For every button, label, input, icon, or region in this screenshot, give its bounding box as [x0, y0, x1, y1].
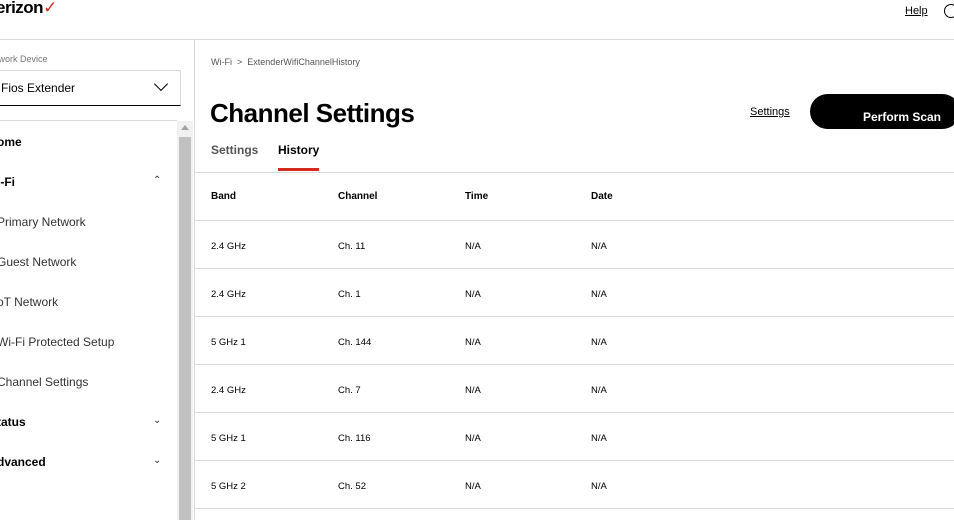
- verizon-logo[interactable]: erizon✓: [0, 0, 57, 18]
- cell-channel: Ch. 1: [338, 289, 361, 300]
- col-band: Band: [211, 191, 236, 202]
- perform-scan-button[interactable]: Perform Scan: [810, 94, 954, 129]
- scroll-up-arrow-icon[interactable]: [181, 125, 189, 130]
- sidebar-item[interactable]: Primary Network: [0, 215, 86, 229]
- sidebar-item[interactable]: Channel Settings: [0, 375, 88, 389]
- nav-menu: ome i-Fi ⌃ Primary Network Guest Network oT N…: [0, 120, 177, 520]
- cell-channel: Ch. 52: [338, 481, 366, 492]
- table-row: 2.4 GHz Ch. 11 N/A N/A: [195, 221, 954, 269]
- cell-date: N/A: [591, 241, 607, 252]
- help-link[interactable]: Help: [905, 5, 928, 17]
- cell-time: N/A: [465, 481, 481, 492]
- chevron-up-icon[interactable]: ⌃: [153, 175, 161, 186]
- cell-date: N/A: [591, 385, 607, 396]
- tab-settings[interactable]: Settings: [211, 143, 258, 157]
- breadcrumb-separator-icon: >: [237, 57, 243, 67]
- cell-channel: Ch. 11: [338, 241, 366, 252]
- settings-link[interactable]: Settings: [750, 106, 790, 118]
- cell-band: 2.4 GHz: [211, 289, 246, 300]
- cell-channel: Ch. 7: [338, 385, 361, 396]
- cell-band: 5 GHz 2: [211, 481, 246, 492]
- table-row: 2.4 GHz Ch. 1 N/A N/A: [195, 269, 954, 317]
- table-row: 2.4 GHz Ch. 7 N/A N/A: [195, 365, 954, 413]
- sidebar-item[interactable]: oT Network: [0, 295, 58, 309]
- sidebar-item[interactable]: Wi-Fi Protected Setup: [0, 335, 114, 349]
- chevron-down-icon[interactable]: ⌄: [153, 415, 161, 426]
- sidebar-item[interactable]: tatus: [0, 415, 26, 429]
- cell-time: N/A: [465, 433, 481, 444]
- tab-history[interactable]: History: [278, 143, 320, 171]
- cell-channel: Ch. 116: [338, 433, 371, 444]
- breadcrumb: Wi-Fi > ExtenderWifiChannelHistory: [211, 57, 360, 67]
- table-header: Band Channel Time Date: [195, 173, 954, 221]
- col-time: Time: [465, 191, 489, 202]
- chevron-down-icon: [153, 76, 169, 92]
- sidebar-scrollbar[interactable]: [177, 121, 193, 520]
- cell-band: 5 GHz 1: [211, 337, 246, 348]
- cell-date: N/A: [591, 481, 607, 492]
- device-label: twork Device: [0, 54, 48, 64]
- sidebar-item[interactable]: dvanced: [0, 455, 46, 469]
- sidebar: twork Device Fios Extender ome i-Fi ⌃ Prima…: [0, 40, 195, 520]
- scroll-thumb[interactable]: [179, 137, 191, 520]
- cell-time: N/A: [465, 385, 481, 396]
- device-value: Fios Extender: [1, 81, 76, 95]
- cell-channel: Ch. 144: [338, 337, 372, 348]
- cell-time: N/A: [465, 289, 481, 300]
- col-channel: Channel: [338, 191, 378, 202]
- table-row: 5 GHz 1 Ch. 144 N/A N/A: [195, 317, 954, 365]
- cell-band: 2.4 GHz: [211, 385, 246, 396]
- history-table: Band Channel Time Date 2.4 GHz Ch. 11 N/A N…: [195, 173, 954, 509]
- table-row: 5 GHz 1 Ch. 116 N/A N/A: [195, 413, 954, 461]
- sidebar-item[interactable]: i-Fi: [0, 175, 15, 189]
- page-title: Channel Settings: [210, 98, 415, 128]
- sidebar-item[interactable]: Guest Network: [0, 255, 76, 269]
- sidebar-item[interactable]: ome: [0, 135, 22, 149]
- cell-date: N/A: [591, 337, 607, 348]
- cell-date: N/A: [591, 433, 607, 444]
- top-header: erizon✓ Help: [0, 0, 954, 40]
- breadcrumb-wifi[interactable]: Wi-Fi: [211, 57, 232, 67]
- breadcrumb-current: ExtenderWifiChannelHistory: [247, 57, 360, 67]
- col-date: Date: [591, 191, 613, 202]
- cell-time: N/A: [465, 241, 481, 252]
- cell-band: 2.4 GHz: [211, 241, 246, 252]
- cell-band: 5 GHz 1: [211, 433, 246, 444]
- table-row: 5 GHz 2 Ch. 52 N/A N/A: [195, 461, 954, 509]
- chevron-down-icon[interactable]: ⌄: [153, 455, 161, 466]
- user-icon[interactable]: [944, 4, 954, 18]
- cell-time: N/A: [465, 337, 481, 348]
- device-select[interactable]: Fios Extender: [0, 70, 181, 106]
- cell-date: N/A: [591, 289, 607, 300]
